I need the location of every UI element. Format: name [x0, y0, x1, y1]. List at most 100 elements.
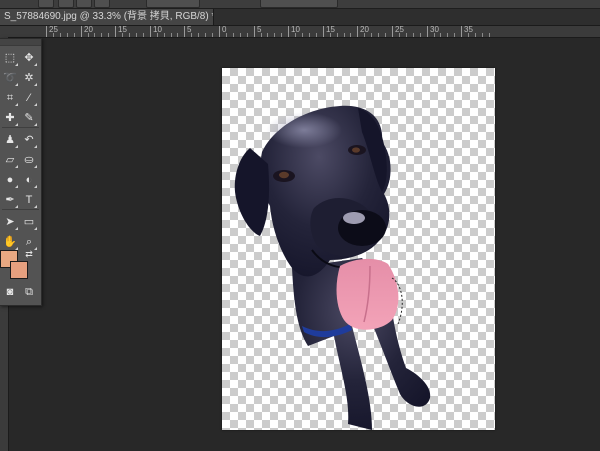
blur-tool-glyph: ● — [6, 173, 14, 186]
option-dropdown[interactable] — [146, 0, 200, 8]
tools-separator — [2, 127, 39, 128]
ruler-major-tick — [81, 26, 82, 37]
ruler-minor-tick — [240, 33, 241, 37]
ruler-minor-tick — [309, 33, 310, 37]
type-tool-icon[interactable]: T — [20, 191, 38, 209]
history-brush-tool-icon[interactable]: ↶ — [20, 131, 38, 149]
tools-panel: ⬚ ✥ ➰ ✲ ⌗ ⁄ ✚ ✎ ♟ ↶ ▱ ⛀ ● ◐ ✒ T ➤ ▭ ✋ ⌕ ⇄ ◙ ⧉ — [0, 38, 42, 306]
tool-group-indicator — [34, 83, 37, 86]
quick-mask-icon[interactable]: ◙ — [1, 283, 19, 301]
ruler-major-tick — [323, 26, 324, 37]
ruler-minor-tick — [378, 33, 379, 37]
clone-stamp-tool-icon[interactable]: ♟ — [1, 131, 19, 149]
healing-brush-tool-icon[interactable]: ✚ — [1, 109, 19, 127]
option-button[interactable] — [94, 0, 110, 8]
brush-tool-icon[interactable]: ✎ — [20, 109, 38, 127]
magic-wand-tool-icon[interactable]: ✲ — [20, 69, 38, 87]
ruler-minor-tick — [316, 33, 317, 37]
tool-group-indicator — [34, 227, 37, 230]
lasso-tool-glyph: ➰ — [3, 71, 17, 84]
dodge-tool-icon[interactable]: ◐ — [20, 171, 38, 189]
ruler-minor-tick — [136, 33, 137, 37]
tools-separator — [2, 209, 39, 210]
dog-image — [234, 105, 431, 430]
option-button[interactable] — [58, 0, 74, 8]
eyedropper-tool-icon[interactable]: ⁄ — [20, 89, 38, 107]
pen-tool-glyph: ✒ — [5, 193, 15, 206]
tool-group-indicator — [15, 145, 18, 148]
tool-group-indicator — [15, 227, 18, 230]
healing-brush-tool-glyph: ✚ — [5, 111, 15, 124]
tool-group-indicator — [34, 165, 37, 168]
tool-group-indicator — [34, 123, 37, 126]
document-canvas[interactable] — [222, 68, 495, 430]
ruler-minor-tick — [247, 33, 248, 37]
crop-tool-glyph: ⌗ — [6, 91, 14, 104]
eraser-tool-glyph: ▱ — [5, 153, 15, 166]
paint-bucket-tool-icon[interactable]: ⛀ — [20, 151, 38, 169]
panel-grip[interactable] — [0, 39, 41, 46]
ruler-minor-tick — [143, 33, 144, 37]
eraser-tool-icon[interactable]: ▱ — [1, 151, 19, 169]
document-tab[interactable]: S_57884690.jpg @ 33.3% (背景 拷貝, RGB/8) * — [0, 9, 214, 25]
ruler-major-tick — [392, 26, 393, 37]
hand-tool-icon[interactable]: ✋ — [1, 233, 19, 251]
magic-wand-tool-glyph: ✲ — [24, 71, 34, 84]
tool-group-indicator — [15, 63, 18, 66]
shape-tool-glyph: ▭ — [23, 215, 35, 228]
ruler-minor-tick — [371, 33, 372, 37]
tool-group-indicator — [34, 63, 37, 66]
horizontal-ruler: 25 20 15 10 5 0 5 10 15 20 25 30 35 — [0, 26, 600, 38]
move-tool-icon[interactable]: ✥ — [20, 49, 38, 67]
tool-group-indicator — [15, 165, 18, 168]
crop-tool-icon[interactable]: ⌗ — [1, 89, 19, 107]
tool-group-indicator — [34, 145, 37, 148]
background-color-swatch[interactable] — [10, 261, 28, 279]
ruler-major-tick — [184, 26, 185, 37]
type-tool-glyph: T — [25, 193, 33, 206]
option-button[interactable] — [38, 0, 54, 8]
paint-bucket-tool-glyph: ⛀ — [24, 153, 34, 166]
pen-tool-icon[interactable]: ✒ — [1, 191, 19, 209]
ruler-minor-tick — [267, 33, 268, 37]
ruler-minor-tick — [274, 33, 275, 37]
option-button[interactable] — [76, 0, 92, 8]
clone-stamp-tool-glyph: ♟ — [5, 133, 15, 146]
ruler-minor-tick — [74, 33, 75, 37]
path-selection-tool-icon[interactable]: ➤ — [1, 213, 19, 231]
ruler-minor-tick — [261, 33, 262, 37]
ruler-minor-tick — [171, 33, 172, 37]
screen-mode-icon[interactable]: ⧉ — [20, 283, 38, 301]
ruler-minor-tick — [406, 33, 407, 37]
tool-group-indicator — [15, 103, 18, 106]
ruler-minor-tick — [337, 33, 338, 37]
option-dropdown[interactable] — [260, 0, 338, 8]
marquee-tool-glyph: ⬚ — [4, 51, 16, 64]
shape-tool-icon[interactable]: ▭ — [20, 213, 38, 231]
ruler-major-tick — [427, 26, 428, 37]
options-bar — [0, 0, 600, 9]
document-tab-bar: S_57884690.jpg @ 33.3% (背景 拷貝, RGB/8) * — [0, 9, 600, 26]
tool-group-indicator — [34, 103, 37, 106]
tool-group-indicator — [15, 205, 18, 208]
ruler-minor-tick — [53, 33, 54, 37]
ruler-minor-tick — [129, 33, 130, 37]
history-brush-tool-glyph: ↶ — [24, 133, 34, 146]
tool-group-indicator — [34, 185, 37, 188]
marquee-tool-icon[interactable]: ⬚ — [1, 49, 19, 67]
ruler-major-tick — [288, 26, 289, 37]
ruler-minor-tick — [198, 33, 199, 37]
ruler-minor-tick — [330, 33, 331, 37]
tool-group-indicator — [34, 205, 37, 208]
ruler-minor-tick — [233, 33, 234, 37]
lasso-tool-icon[interactable]: ➰ — [1, 69, 19, 87]
swap-colors-icon[interactable]: ⇄ — [20, 245, 38, 263]
ruler-minor-tick — [67, 33, 68, 37]
ruler-major-tick — [357, 26, 358, 37]
ruler-minor-tick — [157, 33, 158, 37]
ruler-minor-tick — [440, 33, 441, 37]
blur-tool-icon[interactable]: ● — [1, 171, 19, 189]
ruler-minor-tick — [350, 33, 351, 37]
ruler-minor-tick — [302, 33, 303, 37]
eyedropper-tool-glyph: ⁄ — [28, 91, 30, 104]
